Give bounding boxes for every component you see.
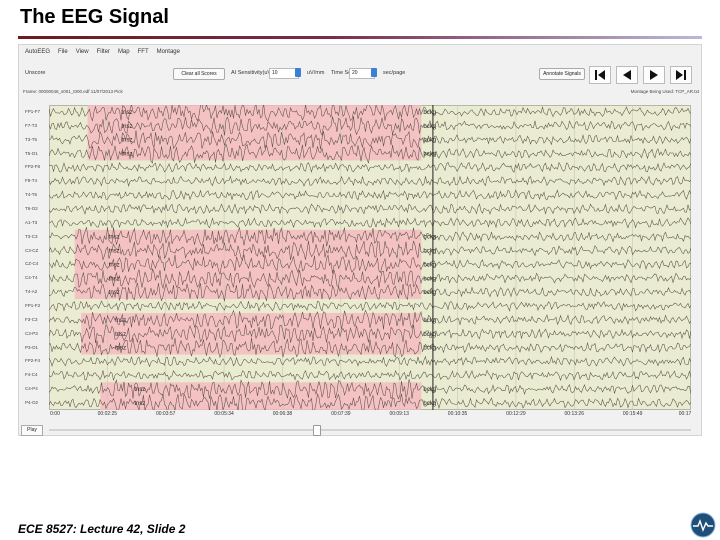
skip-end-button[interactable]	[670, 66, 692, 84]
skip-end-icon	[676, 70, 686, 80]
channel-label: F4-C4	[25, 372, 38, 378]
previous-button[interactable]	[616, 66, 638, 84]
channel-label: T3-T5	[25, 136, 38, 142]
skip-start-button[interactable]	[589, 66, 611, 84]
eeg-app-window: AutoEEG File View Filter Map FFT Montage…	[18, 44, 702, 436]
toolbar: Unscore Clear all Scores AI Sensitivity(…	[19, 65, 701, 84]
play-backward-icon	[623, 70, 631, 80]
unscore-label: Unscore	[25, 70, 46, 76]
channel-label: FP2-F8	[25, 164, 41, 170]
clear-scores-button[interactable]: Clear all Scores	[173, 68, 225, 80]
university-logo-icon	[690, 512, 716, 538]
channel-label: F7-T3	[25, 122, 38, 128]
time-unit-label: sec/page	[383, 70, 406, 76]
menu-montage[interactable]: Montage	[157, 49, 180, 61]
timeline-scrollbar[interactable]	[49, 429, 691, 431]
annotation-start-label: tnsz	[122, 110, 133, 116]
file-info-text: Frame: 00000046_s001_t000.edf 11/07/2013…	[23, 89, 123, 94]
seizure-highlight[interactable]	[81, 312, 422, 355]
time-tick-label: 00:12:29	[506, 411, 526, 417]
eeg-channel-trace	[49, 175, 691, 187]
menu-bar: AutoEEG File View Filter Map FFT Montage	[19, 49, 180, 61]
menu-fft[interactable]: FFT	[138, 49, 149, 61]
menu-file[interactable]: File	[58, 49, 68, 61]
channel-label: T4-A2	[25, 289, 38, 295]
time-tick-label: 00:17	[678, 411, 692, 417]
eeg-channel-trace	[49, 161, 691, 173]
annotation-start-label: tnsz	[122, 124, 133, 130]
channel-label: FP2-F4	[25, 358, 41, 364]
time-scale-spinner[interactable]	[371, 68, 377, 77]
eeg-channel-trace	[49, 369, 691, 382]
play-button[interactable]: Play	[21, 425, 43, 436]
time-tick-label: 00:03:57	[155, 411, 176, 417]
eeg-channel-trace	[49, 203, 691, 215]
time-tick-label: 00:15:49	[622, 411, 643, 417]
annotation-start-label: tnsz	[115, 332, 126, 338]
slide-title: The EEG Signal	[20, 6, 169, 28]
play-forward-icon	[650, 70, 658, 80]
sensitivity-spinner[interactable]	[295, 68, 301, 77]
eeg-channel-trace	[49, 300, 691, 312]
channel-label: CZ-C4	[25, 261, 39, 267]
annotation-end-label: bckg	[423, 262, 436, 268]
eeg-channel-trace	[49, 217, 691, 229]
montage-info-text: Montage Being Used: TCP_AR.txt	[630, 89, 699, 94]
channel-label: T5-O1	[25, 150, 38, 156]
channel-label: FP1-F7	[25, 108, 41, 114]
channel-label: C4-T4	[25, 275, 38, 281]
menu-filter[interactable]: Filter	[97, 49, 110, 61]
channel-label: T3-C3	[25, 233, 38, 239]
channel-labels: FP1-F7 F7-T3 T3-T5 T5-O1 FP2-F8 F8-T4 T4-T6 T6-…	[25, 105, 49, 410]
menu-map[interactable]: Map	[118, 49, 130, 61]
menu-view[interactable]: View	[76, 49, 89, 61]
channel-label: A1-T3	[25, 219, 38, 225]
time-tick-label: 00:13:26	[564, 411, 584, 417]
eeg-traces: tnsz bckgtnsz bckgtnsz bckgtnsz bckgtnsz bckg…	[49, 105, 691, 410]
channel-label: P3-O1	[25, 344, 39, 350]
channel-label: FP1-F3	[25, 303, 41, 309]
eeg-channel-trace	[49, 189, 691, 201]
time-axis: 0:00 00:02:25 00:03:57 00:05:34 00:06:38 00:0…	[49, 411, 691, 419]
menu-autoeeg[interactable]: AutoEEG	[25, 49, 50, 61]
time-tick-label: 00:10:35	[447, 411, 468, 417]
eeg-channel-trace	[49, 355, 691, 368]
time-tick-label: 00:09:13	[389, 411, 409, 417]
status-line: Frame: 00000046_s001_t000.edf 11/07/2013…	[23, 89, 699, 97]
channel-label: T6-O2	[25, 205, 38, 211]
channel-label: F3-C3	[25, 316, 38, 322]
channel-label: C3-CZ	[25, 247, 39, 253]
timeline-scroll-thumb[interactable]	[313, 425, 321, 436]
next-button[interactable]	[643, 66, 665, 84]
skip-start-icon	[595, 70, 605, 80]
annotation-end-label: bckg	[423, 276, 436, 282]
title-rule	[18, 36, 702, 39]
time-tick-label: 00:07:39	[331, 411, 351, 417]
time-tick-label: 00:05:34	[214, 411, 234, 417]
channel-label: T4-T6	[25, 192, 38, 198]
slide-footer: ECE 8527: Lecture 42, Slide 2	[18, 522, 186, 536]
channel-label: P4-O2	[25, 400, 39, 406]
time-tick-label: 00:06:38	[272, 411, 293, 417]
channel-label: F8-T4	[25, 178, 38, 184]
annotate-button[interactable]: Annotate Signals	[539, 68, 585, 80]
annotation-end-label: bckg	[423, 249, 436, 255]
time-tick-label: 0:00	[50, 411, 60, 417]
channel-label: C3-P3	[25, 330, 38, 336]
sensitivity-unit-label: uV/mm	[307, 70, 325, 76]
time-tick-label: 00:02:25	[97, 411, 118, 417]
channel-label: C4-P4	[25, 386, 38, 392]
